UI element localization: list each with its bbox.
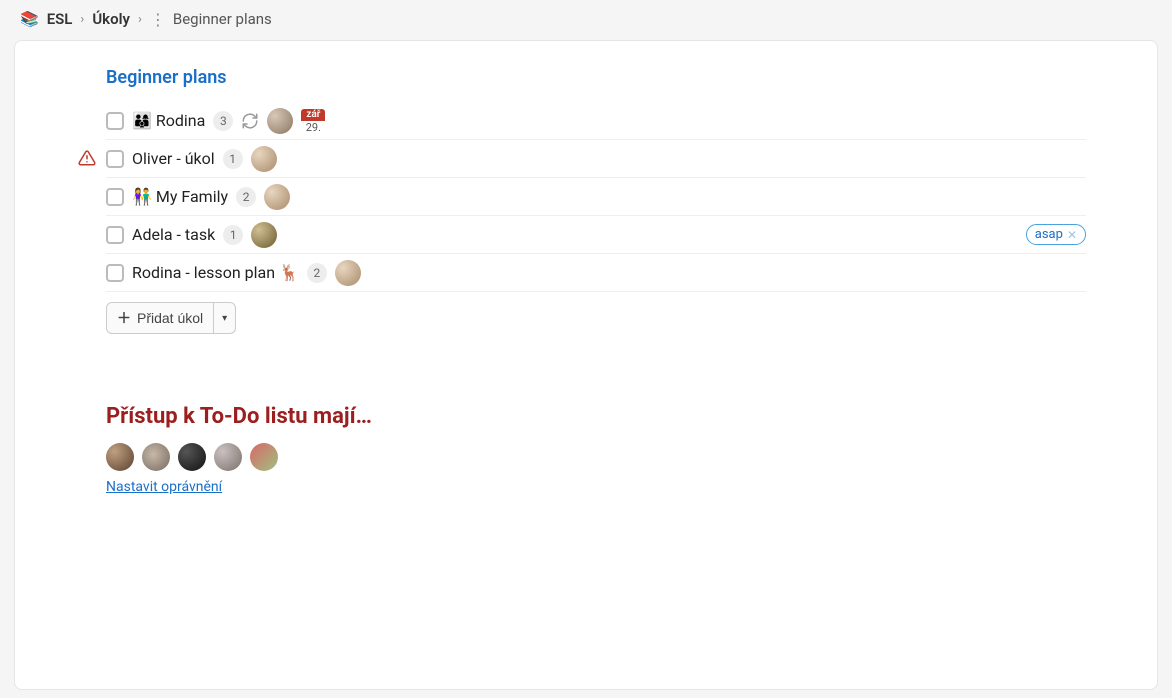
- task-checkbox[interactable]: [106, 264, 124, 282]
- breadcrumb-section[interactable]: Úkoly: [92, 10, 130, 28]
- task-tag[interactable]: asap ✕: [1026, 224, 1086, 245]
- comment-count-badge[interactable]: 3: [213, 111, 233, 131]
- assignee-avatar[interactable]: [264, 184, 290, 210]
- add-task-label: Přidat úkol: [137, 310, 203, 326]
- task-title[interactable]: 👨‍👩‍👦 Rodina: [132, 111, 205, 130]
- avatar[interactable]: [250, 443, 278, 471]
- breadcrumb: 📚 ESL › Úkoly › ⋮ Beginner plans: [0, 0, 1172, 38]
- workspace-emoji: 📚: [20, 10, 39, 28]
- task-row: Adela - task 1 asap ✕: [106, 216, 1086, 254]
- task-checkbox[interactable]: [106, 150, 124, 168]
- assignee-avatar[interactable]: [251, 146, 277, 172]
- due-date-chip[interactable]: zář29.: [301, 109, 325, 133]
- list-title[interactable]: Beginner plans: [106, 61, 227, 102]
- avatar[interactable]: [214, 443, 242, 471]
- breadcrumb-workspace[interactable]: ESL: [47, 10, 73, 28]
- access-section: Přístup k To-Do listu mají… Nastavit opr…: [106, 404, 1086, 495]
- comment-count-badge[interactable]: 1: [223, 149, 243, 169]
- caret-down-icon: ▾: [222, 313, 227, 324]
- comment-count-badge[interactable]: 1: [223, 225, 243, 245]
- add-task-button[interactable]: ＋ Přidat úkol: [106, 302, 213, 334]
- breadcrumb-current: Beginner plans: [173, 10, 272, 28]
- avatar[interactable]: [178, 443, 206, 471]
- task-title[interactable]: 👫 My Family: [132, 187, 228, 206]
- content-card: Beginner plans 👨‍👩‍👦 Rodina 3 zář29. Oliver…: [14, 40, 1158, 690]
- plus-icon: ＋: [117, 308, 131, 328]
- comment-count-badge[interactable]: 2: [307, 263, 327, 283]
- set-permissions-link[interactable]: Nastavit oprávnění: [106, 479, 222, 495]
- warning-icon[interactable]: [78, 149, 96, 167]
- task-checkbox[interactable]: [106, 226, 124, 244]
- task-checkbox[interactable]: [106, 188, 124, 206]
- tag-label: asap: [1035, 227, 1063, 242]
- task-row: 👫 My Family 2: [106, 178, 1086, 216]
- avatar[interactable]: [142, 443, 170, 471]
- task-row: 👨‍👩‍👦 Rodina 3 zář29.: [106, 102, 1086, 140]
- more-menu-icon[interactable]: ⋮: [150, 10, 165, 29]
- task-title[interactable]: Rodina - lesson plan 🦌: [132, 263, 299, 282]
- chevron-right-icon: ›: [138, 12, 142, 27]
- avatar[interactable]: [106, 443, 134, 471]
- access-avatars: [106, 443, 1086, 471]
- access-heading: Přístup k To-Do listu mají…: [106, 404, 1086, 429]
- assignee-avatar[interactable]: [267, 108, 293, 134]
- task-row: Oliver - úkol 1: [106, 140, 1086, 178]
- assignee-avatar[interactable]: [251, 222, 277, 248]
- remove-tag-icon[interactable]: ✕: [1067, 228, 1077, 242]
- due-month: zář: [301, 109, 325, 121]
- tasks-list: 👨‍👩‍👦 Rodina 3 zář29. Oliver - úkol 1 👫 My Fa…: [106, 102, 1086, 292]
- chevron-right-icon: ›: [80, 12, 84, 27]
- task-title[interactable]: Adela - task: [132, 225, 215, 244]
- task-checkbox[interactable]: [106, 112, 124, 130]
- add-task-group: ＋ Přidat úkol ▾: [106, 302, 236, 334]
- recurring-icon[interactable]: [241, 112, 259, 130]
- add-task-dropdown-button[interactable]: ▾: [213, 302, 236, 334]
- comment-count-badge[interactable]: 2: [236, 187, 256, 207]
- task-title[interactable]: Oliver - úkol: [132, 149, 215, 168]
- task-row: Rodina - lesson plan 🦌 2: [106, 254, 1086, 292]
- assignee-avatar[interactable]: [335, 260, 361, 286]
- due-day: 29.: [306, 121, 321, 133]
